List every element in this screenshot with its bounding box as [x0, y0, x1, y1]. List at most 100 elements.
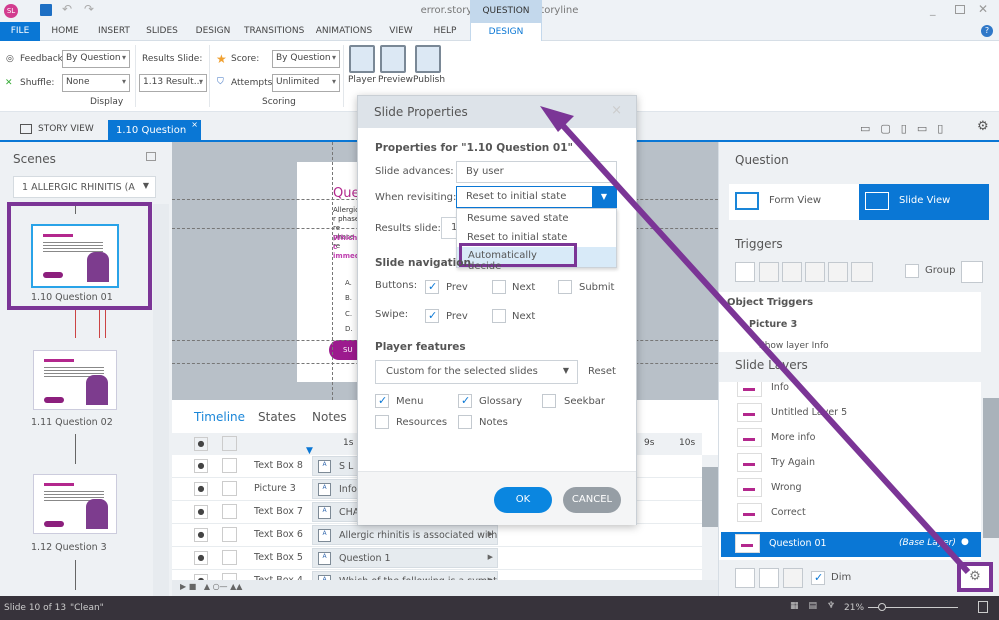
trigger-object[interactable]: Picture 3	[749, 319, 797, 330]
timeline-controls[interactable]: ▶ ■ ▲ ○— ▲▲	[172, 580, 718, 596]
expand-icon[interactable]: ▶	[488, 553, 493, 561]
lock-checkbox[interactable]	[222, 481, 237, 496]
paste-trigger-icon[interactable]	[805, 262, 825, 282]
glossary-checkbox[interactable]	[458, 394, 472, 408]
tab-animations[interactable]: ANIMATIONS	[314, 22, 374, 41]
tab-question-design[interactable]: DESIGN	[470, 22, 542, 41]
score-select[interactable]: By Question	[272, 50, 340, 68]
slide-advances-select[interactable]: By user	[456, 161, 617, 183]
tab-file[interactable]: FILE	[0, 22, 40, 41]
tab-slides[interactable]: SLIDES	[141, 22, 183, 41]
lock-checkbox[interactable]	[222, 527, 237, 542]
base-layer-item[interactable]: Question 01 (Base Layer) ●	[721, 532, 981, 557]
tab-timeline[interactable]: Timeline	[194, 410, 245, 424]
new-layer-icon[interactable]	[735, 568, 755, 588]
group-checkbox[interactable]	[905, 264, 919, 278]
dim-checkbox[interactable]	[811, 571, 825, 585]
resources-checkbox[interactable]	[375, 415, 389, 429]
lock-icon[interactable]	[222, 436, 237, 451]
timeline-row[interactable]: ● Text Box 6 A Allergic rhinitis is associa…	[172, 524, 702, 547]
tab-active-slide[interactable]: 1.10 Question ...×	[108, 120, 201, 147]
close-dialog-icon[interactable]: ×	[611, 103, 622, 118]
device-preview-icons[interactable]: ▭▢▯▭▯	[860, 122, 953, 135]
tab-transitions[interactable]: TRANSITIONS	[244, 22, 304, 41]
variables-icon[interactable]	[961, 261, 983, 283]
layer-properties-gear-icon[interactable]: ⚙	[957, 562, 993, 592]
ok-button[interactable]: OK	[494, 487, 552, 513]
scenes-scrollbar[interactable]	[153, 204, 169, 596]
timeline-row[interactable]: ● Text Box 5 A Question 1 ▶	[172, 547, 702, 570]
publish-button[interactable]: Publish	[413, 45, 445, 85]
shuffle-select[interactable]: None	[62, 74, 130, 92]
swipe-next-checkbox[interactable]	[492, 309, 506, 323]
seekbar-checkbox[interactable]	[542, 394, 556, 408]
eye-icon[interactable]: ●	[194, 528, 208, 542]
layer-item[interactable]: Untitled Layer 5	[723, 401, 981, 426]
option-reset[interactable]: Reset to initial state	[467, 232, 567, 243]
eye-icon[interactable]: ●	[194, 437, 208, 451]
tab-home[interactable]: HOME	[45, 22, 85, 41]
delete-trigger-icon[interactable]	[828, 262, 848, 282]
cancel-button[interactable]: CANCEL	[563, 487, 621, 513]
submit-button-checkbox[interactable]	[558, 280, 572, 294]
reset-button[interactable]: Reset	[588, 366, 616, 377]
close-button[interactable]: ✕	[978, 2, 988, 16]
tab-states[interactable]: States	[258, 410, 296, 424]
layers-scrollbar[interactable]	[983, 382, 999, 560]
notes-checkbox[interactable]	[458, 415, 472, 429]
timeline-bar[interactable]: A Allergic rhinitis is associated with ..…	[312, 525, 498, 545]
option-resume[interactable]: Resume saved state	[467, 213, 569, 224]
maximize-button[interactable]	[955, 5, 965, 14]
tab-view[interactable]: VIEW	[386, 22, 416, 41]
tab-notes[interactable]: Notes	[312, 410, 347, 424]
next-button-checkbox[interactable]	[492, 280, 506, 294]
tab-design[interactable]: DESIGN	[192, 22, 234, 41]
eye-icon[interactable]: ●	[194, 551, 208, 565]
float-panel-icon[interactable]	[146, 152, 156, 161]
slide-thumb-2[interactable]	[33, 350, 117, 410]
player-features-select[interactable]: Custom for the selected slides ▼	[375, 360, 578, 384]
expand-icon[interactable]: ▶	[488, 530, 493, 538]
scene-select[interactable]: 1 ALLERGIC RHINITIS (A ▼	[13, 176, 156, 198]
trigger-action[interactable]: Show layer Info	[759, 341, 829, 351]
menu-checkbox[interactable]	[375, 394, 389, 408]
tab-help[interactable]: HELP	[430, 22, 460, 41]
prev-button-checkbox[interactable]	[425, 280, 439, 294]
edit-trigger-icon[interactable]	[759, 262, 779, 282]
player-button[interactable]: Player	[347, 45, 377, 85]
duplicate-layer-icon[interactable]	[759, 568, 779, 588]
lock-checkbox[interactable]	[222, 550, 237, 565]
chevron-down-icon[interactable]: ▼	[592, 187, 616, 207]
lock-checkbox[interactable]	[222, 504, 237, 519]
copy-trigger-icon[interactable]	[782, 262, 802, 282]
tab-insert[interactable]: INSERT	[92, 22, 136, 41]
move-trigger-icon[interactable]	[851, 262, 873, 282]
layer-item[interactable]: Correct	[723, 501, 981, 526]
layer-item[interactable]: Try Again	[723, 451, 981, 476]
timeline-scrollbar[interactable]	[702, 455, 718, 580]
help-icon[interactable]: ?	[981, 25, 993, 37]
delete-layer-icon[interactable]	[783, 568, 803, 588]
fit-icon[interactable]	[978, 601, 988, 613]
settings-icon[interactable]: ⚙	[977, 119, 989, 134]
eye-icon[interactable]: ●	[194, 482, 208, 496]
new-trigger-icon[interactable]	[735, 262, 755, 282]
minimize-button[interactable]: _	[930, 3, 936, 16]
view-mode-icons[interactable]: ▦▤♆	[790, 601, 845, 611]
feedback-select[interactable]: By Question	[62, 50, 130, 68]
attempts-select[interactable]: Unlimited	[272, 74, 340, 92]
tab-story-view[interactable]: STORY VIEW	[38, 124, 94, 134]
layer-item[interactable]: More info	[723, 426, 981, 451]
preview-button[interactable]: Preview	[378, 45, 413, 85]
eye-icon[interactable]: ●	[194, 505, 208, 519]
results-slide-select[interactable]: 1.13 Result...	[139, 74, 207, 92]
option-automatically-decide[interactable]: Automatically decide	[459, 243, 577, 272]
zoom-slider-thumb[interactable]	[878, 603, 886, 611]
revisiting-select[interactable]: Reset to initial state ▼	[456, 186, 617, 208]
eye-icon[interactable]: ●	[194, 459, 208, 473]
close-tab-icon[interactable]: ×	[191, 120, 198, 129]
layer-item[interactable]: Info	[723, 382, 981, 401]
swipe-prev-checkbox[interactable]	[425, 309, 439, 323]
form-view-button[interactable]: Form View	[769, 195, 821, 206]
timeline-bar[interactable]: A Question 1 ▶	[312, 548, 498, 568]
